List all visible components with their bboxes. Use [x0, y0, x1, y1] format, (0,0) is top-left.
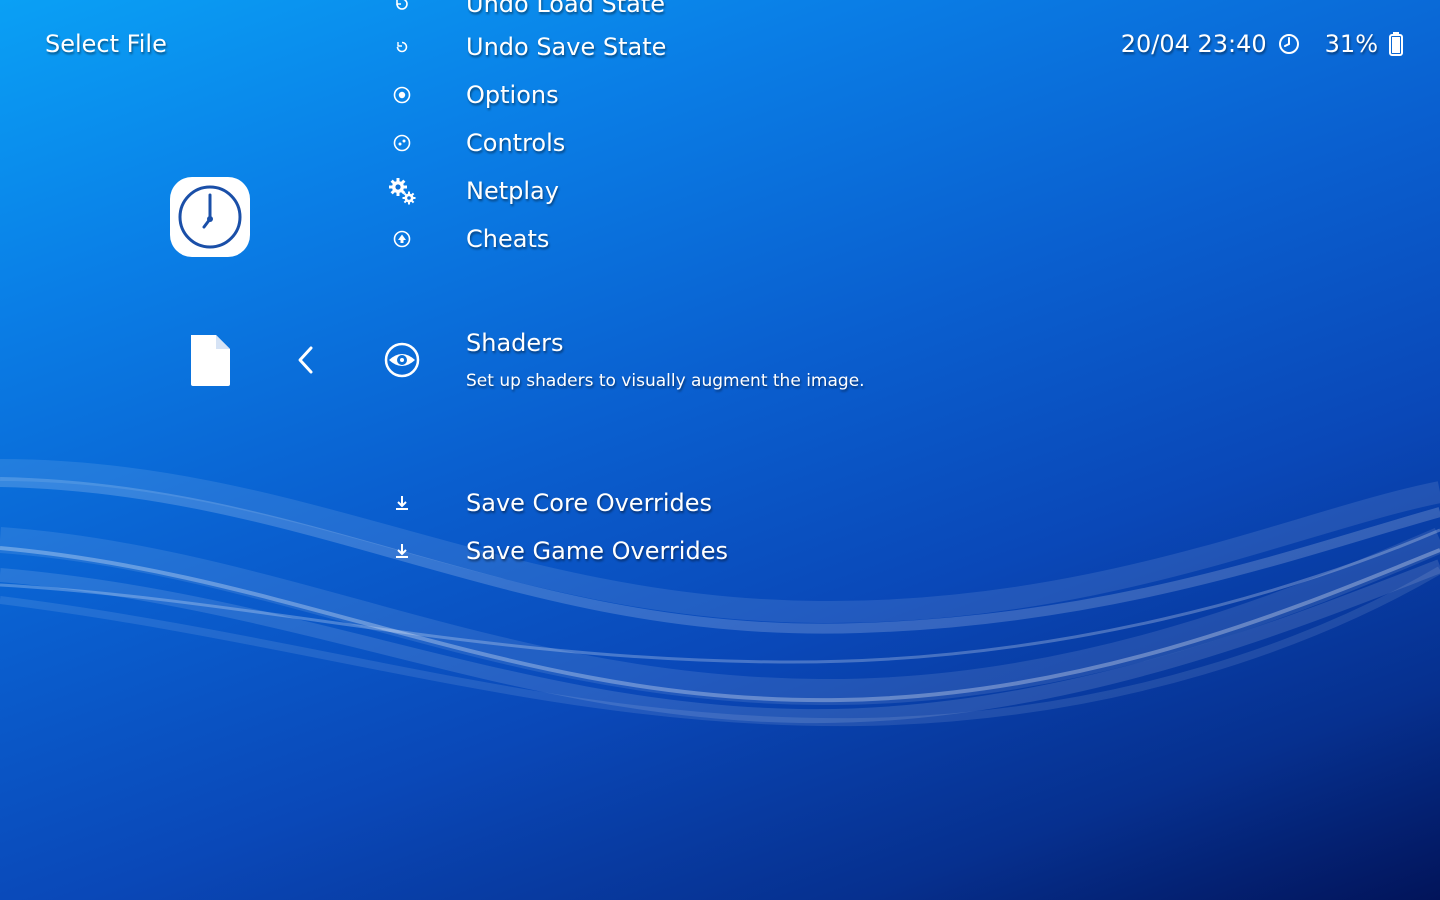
menu-item-label: Save Game Overrides	[466, 537, 728, 565]
options-icon	[370, 86, 434, 104]
battery-icon	[1388, 31, 1404, 57]
eye-icon[interactable]	[384, 342, 420, 378]
download-icon	[370, 495, 434, 511]
menu-item-label: Cheats	[466, 225, 550, 253]
menu-item-label: Netplay	[466, 177, 559, 205]
menu-item-shaders-description: Set up shaders to visually augment the i…	[466, 371, 865, 391]
menu-item-netplay[interactable]: Netplay	[370, 171, 970, 211]
file-icon[interactable]	[188, 333, 232, 387]
gamepad-icon	[370, 134, 434, 152]
menu-item-shaders-label[interactable]: Shaders	[466, 327, 564, 359]
menu-item-save-game-overrides[interactable]: Save Game Overrides	[370, 531, 970, 571]
status-bar: 20/04 23:40 31%	[1121, 28, 1404, 60]
menu-item-cheats[interactable]: Cheats	[370, 219, 970, 259]
gears-icon	[370, 176, 434, 206]
menu-item-label: Undo Save State	[466, 33, 667, 61]
undo-icon	[370, 0, 434, 13]
download-icon	[370, 543, 434, 559]
menu-item-options[interactable]: Options	[370, 75, 970, 115]
battery-percent: 31%	[1324, 30, 1378, 58]
menu-item-undo-save-state[interactable]: Undo Save State	[370, 27, 970, 67]
undo-icon	[370, 38, 434, 56]
menu-item-undo-load-state[interactable]: Undo Load State	[370, 0, 970, 24]
chevron-left-icon[interactable]	[294, 344, 318, 376]
page-title: Select File	[45, 30, 167, 58]
cheats-icon	[370, 230, 434, 248]
datetime-text: 20/04 23:40	[1120, 30, 1267, 58]
history-clock-icon[interactable]	[168, 175, 252, 259]
clock-icon	[1277, 32, 1301, 56]
menu-item-controls[interactable]: Controls	[370, 123, 970, 163]
menu-item-label: Save Core Overrides	[466, 489, 713, 517]
menu-item-label: Undo Load State	[466, 0, 666, 18]
menu-item-label: Options	[466, 81, 559, 109]
menu-item-label: Controls	[466, 129, 566, 157]
menu-item-save-core-overrides[interactable]: Save Core Overrides	[370, 483, 970, 523]
